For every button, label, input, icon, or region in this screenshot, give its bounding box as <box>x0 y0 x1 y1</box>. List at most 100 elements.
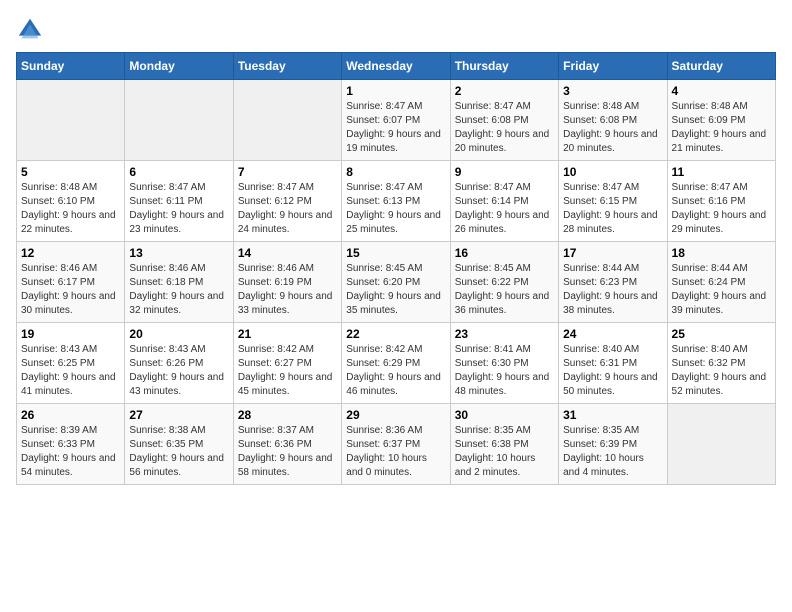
day-cell: 6 Sunrise: 8:47 AM Sunset: 6:11 PM Daylig… <box>125 161 233 242</box>
day-number: 31 <box>563 408 662 422</box>
header-cell-wednesday: Wednesday <box>342 53 450 80</box>
day-info: Sunrise: 8:48 AM Sunset: 6:10 PM Dayligh… <box>21 181 120 237</box>
day-number: 5 <box>21 165 120 179</box>
day-number: 27 <box>129 408 228 422</box>
calendar-header: SundayMondayTuesdayWednesdayThursdayFrid… <box>17 53 776 80</box>
header-cell-sunday: Sunday <box>17 53 125 80</box>
day-info: Sunrise: 8:40 AM Sunset: 6:32 PM Dayligh… <box>672 343 771 399</box>
day-cell: 10 Sunrise: 8:47 AM Sunset: 6:15 PM Dayli… <box>559 161 667 242</box>
day-cell: 30 Sunrise: 8:35 AM Sunset: 6:38 PM Dayli… <box>450 404 558 485</box>
day-info: Sunrise: 8:47 AM Sunset: 6:11 PM Dayligh… <box>129 181 228 237</box>
logo <box>16 16 48 44</box>
day-cell <box>17 80 125 161</box>
day-number: 26 <box>21 408 120 422</box>
day-cell: 17 Sunrise: 8:44 AM Sunset: 6:23 PM Dayli… <box>559 242 667 323</box>
day-number: 9 <box>455 165 554 179</box>
day-number: 13 <box>129 246 228 260</box>
header-cell-thursday: Thursday <box>450 53 558 80</box>
day-info: Sunrise: 8:43 AM Sunset: 6:26 PM Dayligh… <box>129 343 228 399</box>
day-info: Sunrise: 8:44 AM Sunset: 6:23 PM Dayligh… <box>563 262 662 318</box>
day-info: Sunrise: 8:42 AM Sunset: 6:27 PM Dayligh… <box>238 343 337 399</box>
day-cell: 11 Sunrise: 8:47 AM Sunset: 6:16 PM Dayli… <box>667 161 775 242</box>
day-cell: 9Sunrise: 8:47 AM Sunset: 6:14 PM Daylig… <box>450 161 558 242</box>
day-cell: 27 Sunrise: 8:38 AM Sunset: 6:35 PM Dayli… <box>125 404 233 485</box>
day-info: Sunrise: 8:47 AM Sunset: 6:08 PM Dayligh… <box>455 100 554 156</box>
day-number: 16 <box>455 246 554 260</box>
day-info: Sunrise: 8:44 AM Sunset: 6:24 PM Dayligh… <box>672 262 771 318</box>
day-cell: 25 Sunrise: 8:40 AM Sunset: 6:32 PM Dayli… <box>667 323 775 404</box>
day-info: Sunrise: 8:47 AM Sunset: 6:07 PM Dayligh… <box>346 100 445 156</box>
day-cell: 29Sunrise: 8:36 AM Sunset: 6:37 PM Dayli… <box>342 404 450 485</box>
day-cell: 14 Sunrise: 8:46 AM Sunset: 6:19 PM Dayli… <box>233 242 341 323</box>
logo-icon <box>16 16 44 44</box>
day-number: 8 <box>346 165 445 179</box>
day-number: 17 <box>563 246 662 260</box>
header-cell-friday: Friday <box>559 53 667 80</box>
day-cell: 24 Sunrise: 8:40 AM Sunset: 6:31 PM Dayli… <box>559 323 667 404</box>
day-number: 21 <box>238 327 337 341</box>
week-row-1: 1Sunrise: 8:47 AM Sunset: 6:07 PM Daylig… <box>17 80 776 161</box>
header-cell-tuesday: Tuesday <box>233 53 341 80</box>
day-cell: 2 Sunrise: 8:47 AM Sunset: 6:08 PM Daylig… <box>450 80 558 161</box>
day-cell: 22Sunrise: 8:42 AM Sunset: 6:29 PM Dayli… <box>342 323 450 404</box>
day-number: 2 <box>455 84 554 98</box>
day-cell: 21 Sunrise: 8:42 AM Sunset: 6:27 PM Dayli… <box>233 323 341 404</box>
day-number: 3 <box>563 84 662 98</box>
day-cell: 5 Sunrise: 8:48 AM Sunset: 6:10 PM Daylig… <box>17 161 125 242</box>
day-number: 14 <box>238 246 337 260</box>
day-cell: 1Sunrise: 8:47 AM Sunset: 6:07 PM Daylig… <box>342 80 450 161</box>
day-info: Sunrise: 8:47 AM Sunset: 6:16 PM Dayligh… <box>672 181 771 237</box>
day-info: Sunrise: 8:35 AM Sunset: 6:38 PM Dayligh… <box>455 424 554 480</box>
day-cell: 3 Sunrise: 8:48 AM Sunset: 6:08 PM Daylig… <box>559 80 667 161</box>
day-number: 29 <box>346 408 445 422</box>
header-cell-monday: Monday <box>125 53 233 80</box>
day-info: Sunrise: 8:37 AM Sunset: 6:36 PM Dayligh… <box>238 424 337 480</box>
day-number: 4 <box>672 84 771 98</box>
day-number: 25 <box>672 327 771 341</box>
day-cell: 8 Sunrise: 8:47 AM Sunset: 6:13 PM Daylig… <box>342 161 450 242</box>
day-number: 10 <box>563 165 662 179</box>
day-cell: 23 Sunrise: 8:41 AM Sunset: 6:30 PM Dayli… <box>450 323 558 404</box>
day-info: Sunrise: 8:47 AM Sunset: 6:15 PM Dayligh… <box>563 181 662 237</box>
day-number: 30 <box>455 408 554 422</box>
day-cell: 7Sunrise: 8:47 AM Sunset: 6:12 PM Daylig… <box>233 161 341 242</box>
day-cell: 13 Sunrise: 8:46 AM Sunset: 6:18 PM Dayli… <box>125 242 233 323</box>
day-info: Sunrise: 8:48 AM Sunset: 6:09 PM Dayligh… <box>672 100 771 156</box>
day-number: 6 <box>129 165 228 179</box>
day-info: Sunrise: 8:42 AM Sunset: 6:29 PM Dayligh… <box>346 343 445 399</box>
day-info: Sunrise: 8:39 AM Sunset: 6:33 PM Dayligh… <box>21 424 120 480</box>
header-cell-saturday: Saturday <box>667 53 775 80</box>
day-info: Sunrise: 8:41 AM Sunset: 6:30 PM Dayligh… <box>455 343 554 399</box>
day-number: 12 <box>21 246 120 260</box>
week-row-4: 19Sunrise: 8:43 AM Sunset: 6:25 PM Dayli… <box>17 323 776 404</box>
day-number: 18 <box>672 246 771 260</box>
day-cell: 16Sunrise: 8:45 AM Sunset: 6:22 PM Dayli… <box>450 242 558 323</box>
day-cell: 18 Sunrise: 8:44 AM Sunset: 6:24 PM Dayli… <box>667 242 775 323</box>
day-info: Sunrise: 8:46 AM Sunset: 6:18 PM Dayligh… <box>129 262 228 318</box>
header <box>16 16 776 44</box>
day-number: 28 <box>238 408 337 422</box>
day-cell: 20 Sunrise: 8:43 AM Sunset: 6:26 PM Dayli… <box>125 323 233 404</box>
day-cell <box>125 80 233 161</box>
day-info: Sunrise: 8:47 AM Sunset: 6:13 PM Dayligh… <box>346 181 445 237</box>
day-info: Sunrise: 8:48 AM Sunset: 6:08 PM Dayligh… <box>563 100 662 156</box>
day-info: Sunrise: 8:43 AM Sunset: 6:25 PM Dayligh… <box>21 343 120 399</box>
day-cell: 4 Sunrise: 8:48 AM Sunset: 6:09 PM Daylig… <box>667 80 775 161</box>
day-number: 24 <box>563 327 662 341</box>
day-number: 11 <box>672 165 771 179</box>
day-cell <box>667 404 775 485</box>
week-row-2: 5 Sunrise: 8:48 AM Sunset: 6:10 PM Daylig… <box>17 161 776 242</box>
day-cell: 28 Sunrise: 8:37 AM Sunset: 6:36 PM Dayli… <box>233 404 341 485</box>
day-info: Sunrise: 8:45 AM Sunset: 6:20 PM Dayligh… <box>346 262 445 318</box>
calendar-body: 1Sunrise: 8:47 AM Sunset: 6:07 PM Daylig… <box>17 80 776 485</box>
day-info: Sunrise: 8:38 AM Sunset: 6:35 PM Dayligh… <box>129 424 228 480</box>
day-info: Sunrise: 8:47 AM Sunset: 6:12 PM Dayligh… <box>238 181 337 237</box>
header-row: SundayMondayTuesdayWednesdayThursdayFrid… <box>17 53 776 80</box>
day-cell <box>233 80 341 161</box>
day-number: 20 <box>129 327 228 341</box>
week-row-5: 26 Sunrise: 8:39 AM Sunset: 6:33 PM Dayli… <box>17 404 776 485</box>
day-info: Sunrise: 8:46 AM Sunset: 6:19 PM Dayligh… <box>238 262 337 318</box>
day-info: Sunrise: 8:40 AM Sunset: 6:31 PM Dayligh… <box>563 343 662 399</box>
day-number: 23 <box>455 327 554 341</box>
day-info: Sunrise: 8:46 AM Sunset: 6:17 PM Dayligh… <box>21 262 120 318</box>
